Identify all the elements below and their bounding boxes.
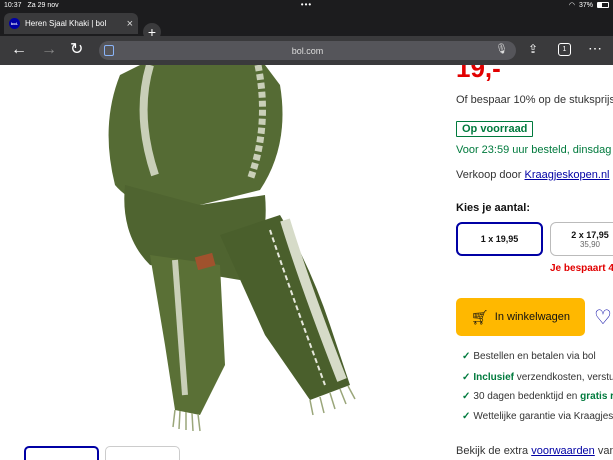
cart-icon: 🛒︎ (471, 308, 489, 325)
page-content: 19,- Of bespaar 10% op de stuksprijs Op … (0, 65, 613, 460)
conditions-link[interactable]: voorwaarden (531, 445, 595, 457)
price-partial: 19,- (456, 65, 501, 83)
seller-link[interactable]: Kraagjeskopen.nl (525, 169, 610, 181)
forward-arrow-icon[interactable]: → (41, 42, 57, 58)
quantity-label: Kies je aantal: (456, 202, 530, 214)
wishlist-heart-icon[interactable]: ♡ (594, 305, 612, 330)
check-icon: ✓ (462, 372, 471, 383)
status-time: 10:37 (4, 1, 22, 9)
wifi-icon: ◠ (568, 2, 575, 9)
status-date: Za 29 nov (27, 1, 59, 9)
tab-title: Heren Sjaal Khaki | bol (25, 19, 107, 28)
thumbnail-1[interactable] (24, 446, 99, 460)
usp-item: ✓Inclusief verzendkosten, verstuurd door… (462, 372, 613, 383)
back-arrow-icon[interactable]: ← (11, 42, 27, 58)
close-tab-icon[interactable]: × (127, 18, 133, 30)
url-text: bol.com (291, 45, 324, 56)
quantity-option-1[interactable]: 1 x 19,95 (456, 222, 543, 256)
site-info-icon[interactable] (104, 45, 114, 56)
multitask-dots[interactable]: ••• (301, 1, 312, 9)
more-menu-icon[interactable]: ⋯ (588, 40, 602, 57)
microphone-icon[interactable]: 🎙 (495, 44, 508, 55)
share-icon[interactable]: ⇪ (528, 42, 538, 56)
reload-icon[interactable]: ↻ (70, 42, 83, 58)
status-bar: 10:37 Za 29 nov ••• ◠ 37% (0, 0, 613, 10)
check-icon: ✓ (462, 411, 471, 422)
battery-icon (597, 2, 609, 8)
stock-badge: Op voorraad (456, 121, 534, 137)
seller-info: Verkoop door Kraagjeskopen.nl (456, 169, 610, 181)
add-to-cart-label: In winkelwagen (494, 311, 570, 323)
usp-item: ✓ Bestellen en betalen via bol (462, 351, 596, 362)
usp-item: ✓30 dagen bedenktijd en gratis retourner… (462, 391, 613, 402)
quantity-option-2[interactable]: 2 x 17,95 35,90 (550, 222, 613, 256)
extra-conditions: Bekijk de extra voorwaarden van deze ver… (456, 445, 613, 457)
tab-active[interactable]: bol. Heren Sjaal Khaki | bol × (4, 13, 138, 34)
check-icon: ✓ (462, 351, 471, 362)
address-bar[interactable]: bol.com 🎙 (99, 41, 516, 60)
add-to-cart-button[interactable]: 🛒︎ In winkelwagen (456, 298, 585, 336)
bulk-discount-text: Of bespaar 10% op de stuksprijs (456, 94, 613, 106)
scarf-illustration (108, 65, 356, 432)
quantity-option-1-label: 1 x 19,95 (480, 234, 519, 244)
delivery-promise: Voor 23:59 uur besteld, dinsdag in huis (456, 144, 613, 156)
tab-strip: bol. Heren Sjaal Khaki | bol × + (0, 10, 613, 41)
thumbnail-2[interactable] (105, 446, 180, 460)
product-image[interactable] (80, 65, 370, 445)
quantity-option-2-label: 2 x 17,95 (571, 229, 609, 240)
tab-switcher-button[interactable]: 1 (558, 43, 571, 56)
battery-percent: 37% (578, 1, 593, 9)
browser-toolbar: ← → ↻ bol.com 🎙 ⇪ 1 ⋯ (0, 36, 613, 65)
usp-item: ✓Wettelijke garantie via Kraagjeskopen.n… (462, 411, 613, 422)
quantity-option-2-total: 35,90 (579, 239, 601, 249)
seller-prefix: Verkoop door (456, 169, 525, 181)
savings-text: Je bespaart 4,00 (550, 263, 613, 274)
check-icon: ✓ (462, 391, 471, 402)
bol-favicon-icon: bol. (9, 18, 20, 29)
